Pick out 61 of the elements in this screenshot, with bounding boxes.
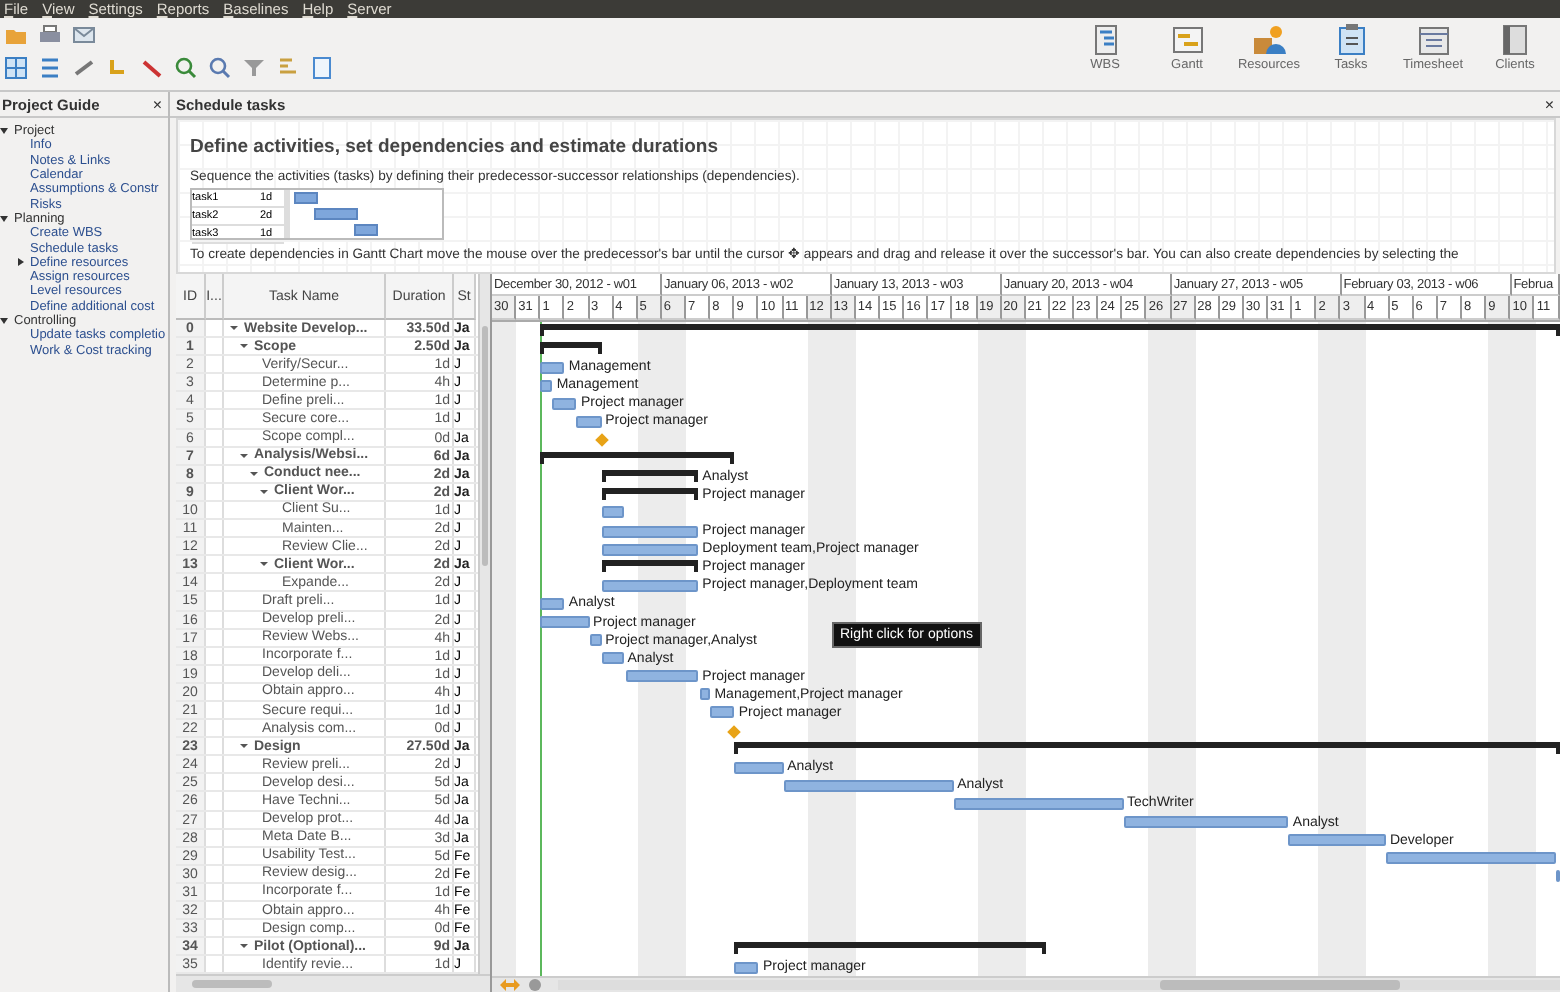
task-bar	[552, 397, 577, 410]
expand-toggle[interactable]	[0, 215, 8, 222]
magnifier-icon[interactable]	[174, 56, 198, 80]
magnifier-icon[interactable]	[208, 56, 232, 80]
task-bar	[601, 543, 699, 556]
funnel-icon[interactable]	[242, 56, 266, 80]
calendar-icon	[1417, 24, 1449, 56]
summary-bar	[601, 560, 699, 573]
task-bar	[540, 361, 565, 374]
clipboard-icon	[1335, 24, 1367, 56]
summary-bar	[540, 342, 602, 355]
task-bar	[700, 688, 711, 701]
summary-bar	[601, 469, 699, 482]
grid-icon[interactable]	[4, 56, 28, 80]
task-bar	[1555, 870, 1560, 883]
task-bar	[734, 961, 759, 974]
outline-icon	[1089, 24, 1121, 56]
expand-toggle[interactable]	[240, 344, 248, 349]
task-bar	[589, 634, 602, 647]
scrollbar[interactable]	[478, 274, 490, 974]
page-icon[interactable]	[310, 56, 334, 80]
task-bar	[601, 652, 624, 665]
task-bar	[601, 506, 624, 519]
help-heading: Define activities, set dependencies and estimate durations	[190, 136, 720, 158]
expand-toggle[interactable]	[0, 128, 8, 135]
example-bar	[354, 224, 378, 236]
envelope-icon[interactable]	[72, 24, 96, 48]
task-bar	[540, 379, 553, 392]
people-icon	[1253, 24, 1285, 56]
example-bar	[314, 208, 358, 220]
expand-toggle[interactable]	[260, 489, 268, 494]
printer-icon[interactable]	[38, 24, 62, 48]
expand-toggle[interactable]	[18, 258, 24, 267]
list-icon[interactable]	[38, 56, 62, 80]
sort-icon[interactable]	[276, 56, 300, 80]
circle-icon[interactable]	[528, 978, 542, 992]
task-bar	[1288, 834, 1386, 847]
milestone-marker	[727, 724, 742, 738]
task-bar	[601, 525, 699, 538]
task-bar	[540, 597, 565, 610]
task-bar	[710, 706, 735, 719]
task-bar	[601, 579, 699, 592]
example-bar	[294, 192, 318, 204]
expand-toggle[interactable]	[240, 744, 248, 749]
expand-toggle[interactable]	[260, 562, 268, 567]
task-bar	[625, 670, 699, 683]
close-button[interactable]: ×	[152, 95, 162, 113]
close-button[interactable]: ×	[1544, 95, 1554, 113]
summary-bar	[601, 487, 699, 500]
milestone-marker	[594, 433, 608, 447]
expand-toggle[interactable]	[240, 453, 248, 458]
window-icon	[1171, 24, 1203, 56]
task-bar	[576, 415, 602, 428]
expand-toggle[interactable]	[240, 944, 248, 949]
task-bar	[540, 616, 590, 628]
scrollbar[interactable]	[558, 980, 1560, 991]
expand-toggle[interactable]	[230, 326, 238, 331]
task-bar	[734, 761, 784, 774]
expand-toggle[interactable]	[250, 471, 258, 476]
scrollbar[interactable]	[176, 974, 490, 992]
expand-toggle[interactable]	[0, 318, 8, 324]
